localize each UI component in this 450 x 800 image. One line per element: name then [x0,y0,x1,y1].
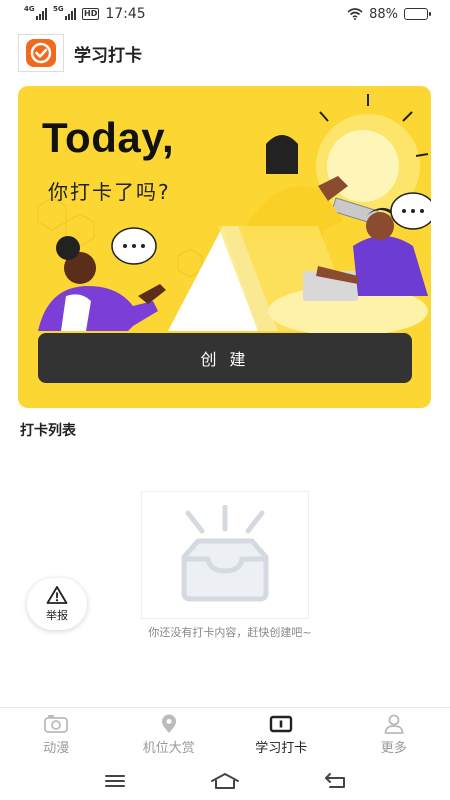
section-title: 打卡列表 [20,423,76,439]
banner-headline: Today, [42,114,175,161]
nav-item-checkin[interactable]: 学习打卡 [225,708,338,762]
checkin-card-icon [270,715,293,733]
bottom-nav: 动漫 机位大赏 学习打卡 更多 [0,707,450,762]
signal-icon-2: 5G [53,5,76,20]
back-icon[interactable] [315,766,355,796]
nav-label: 学习打卡 [255,741,308,756]
nav-item-more[interactable]: 更多 [338,708,450,762]
menu-icon[interactable] [95,766,135,796]
battery-percent: 88% [369,6,398,22]
banner-subheadline: 你打卡了吗? [48,180,171,204]
status-left: 4G 5G HD 17:45 [24,5,146,22]
location-pin-icon [161,714,176,733]
status-right: 88% [347,6,431,22]
person-icon [384,714,404,734]
app-title: 学习打卡 [74,45,142,66]
create-button[interactable]: 创 建 [38,333,412,383]
system-nav [0,762,450,800]
status-time: 17:45 [105,6,146,22]
nav-label: 更多 [380,741,407,756]
network-type-1: 4G [24,5,35,13]
status-bar: 4G 5G HD 17:45 88% [0,0,450,28]
camera-icon [44,715,69,733]
app-header: 学习打卡 [18,34,142,72]
checkmark-badge-icon [18,34,64,72]
network-type-2: 5G [53,5,64,13]
report-button[interactable]: 举报 [27,578,87,630]
nav-label: 机位大赏 [142,741,195,756]
battery-icon [404,8,431,20]
hd-badge: HD [82,8,100,20]
empty-inbox-icon [141,491,309,619]
signal-icon: 4G [24,5,47,20]
report-label: 举报 [46,609,68,622]
nav-item-anime[interactable]: 动漫 [0,708,113,762]
home-icon[interactable] [205,766,245,796]
wifi-icon [347,8,363,20]
banner: Today, 你打卡了吗? 创 建 [18,86,431,408]
nav-label: 动漫 [43,741,70,756]
nav-item-spots[interactable]: 机位大赏 [113,708,226,762]
warning-icon [46,586,68,604]
